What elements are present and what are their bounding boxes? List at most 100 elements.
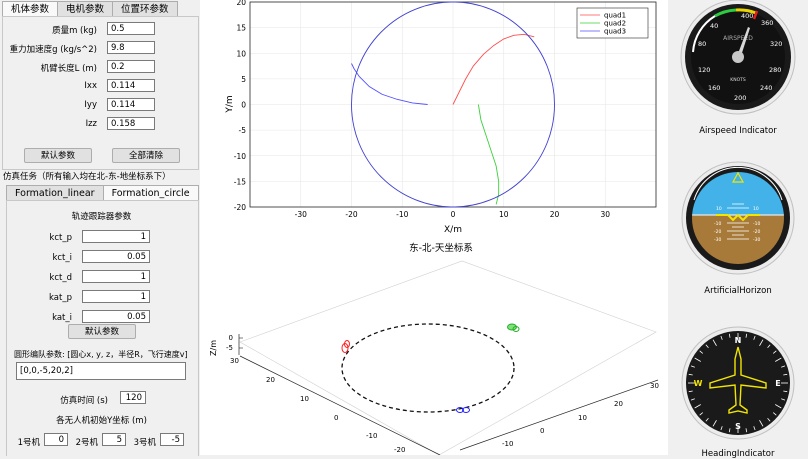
y-tick-label: 5 (241, 75, 246, 84)
airspeed-num: 240 (760, 84, 772, 92)
param-label: Ixx (84, 81, 97, 91)
series-line-quad3 (351, 63, 428, 105)
ctrl-label: kct_p (49, 233, 72, 243)
drone-2-y-field[interactable]: 5 (102, 433, 126, 446)
x-tick-label: -30 (295, 210, 307, 219)
y3d-tick-label: 20 (614, 400, 623, 408)
legend-box[interactable]: quad1 quad2 quad3 (576, 7, 649, 39)
param-label: 重力加速度g (kg/s^2) (9, 45, 97, 55)
heading-s: S (735, 422, 741, 431)
legend-label-quad1: quad1 (604, 12, 626, 20)
pitch-num: -20 (753, 229, 760, 235)
x3d-tick-label: -10 (366, 432, 377, 440)
param-label: 质量m (kg) (52, 26, 97, 36)
series-line-quad1 (452, 33, 535, 105)
y-tick-label: -10 (234, 152, 246, 161)
y3d-tick-label: 10 (578, 414, 587, 422)
circle-params-label: 圆形编队参数: [圆心x, y, z，半径R，飞行速度v] (14, 350, 188, 359)
drone-1-label: 1号机 (17, 438, 40, 448)
kct-d-field[interactable]: 1 (82, 270, 150, 283)
x3d-tick-label: 10 (300, 395, 309, 403)
drone-1-y-field[interactable]: 0 (44, 433, 68, 446)
clear-all-button[interactable]: 全部清除 (112, 148, 180, 163)
x-tick-label: 30 (600, 210, 610, 219)
izz-field[interactable]: 0.158 (107, 117, 155, 130)
kct-i-field[interactable]: 0.05 (82, 250, 150, 263)
pitch-num: 10 (716, 206, 722, 212)
airspeed-title: AIRSPEED (723, 35, 753, 42)
drone-2-label: 2号机 (75, 438, 98, 448)
mass-field[interactable]: 0.5 (107, 22, 155, 35)
pitch-num: -20 (714, 229, 721, 235)
y-tick-label: 20 (236, 0, 246, 7)
tracker-params-title: 轨迹跟踪器参数 (71, 212, 132, 222)
heading-label: HeadingIndicator (701, 449, 775, 459)
kat-p-field[interactable]: 1 (82, 290, 150, 303)
arm-length-field[interactable]: 0.2 (107, 60, 155, 73)
circle-params-field[interactable]: [0,0,-5,20,2] (16, 362, 186, 380)
ctrl-label: kat_p (49, 293, 72, 303)
param-label: 机臂长度L (m) (40, 64, 97, 74)
airspeed-num: 320 (770, 40, 782, 48)
y3d-tick-label: 30 (650, 382, 659, 390)
z-axis-label: Z/m (209, 340, 218, 356)
series-line-quad2 (477, 104, 500, 205)
drone-3-y-field[interactable]: -5 (160, 433, 184, 446)
floor-plane (239, 260, 657, 455)
tab-position-params[interactable]: 位置环参数 (112, 1, 178, 17)
trajectory-3d-plot[interactable]: 东-北-天坐标系 0 -5 Z/m 30 20 10 0 -10 -20 30 … (200, 238, 668, 455)
ctrl-label: kct_i (52, 253, 72, 263)
airspeed-indicator: 400 360 40 320 80 280 120 240 160 200 AI… (680, 0, 796, 115)
body-params-panel (2, 16, 199, 170)
y-axis-label: Y/m (225, 95, 235, 113)
param-label: Izz (85, 119, 97, 129)
airspeed-num: 200 (734, 94, 746, 102)
sim-task-title: 仿真任务（所有输入均在北-东-地坐标系下） (3, 172, 171, 182)
z-tick-label: -5 (226, 344, 233, 352)
airspeed-num: 160 (708, 84, 720, 92)
y-tick-label: -15 (234, 177, 246, 186)
airspeed-num: 360 (761, 19, 773, 27)
legend-label-quad2: quad2 (604, 20, 626, 28)
iyy-field[interactable]: 0.114 (107, 98, 155, 111)
ctrl-label: kat_i (52, 313, 72, 323)
drone-3-label: 3号机 (133, 438, 156, 448)
initial-y-title: 各无人机初始Y坐标 (m) (56, 416, 147, 426)
x3d-tick-label: -20 (394, 446, 405, 454)
kct-p-field[interactable]: 1 (82, 230, 150, 243)
gravity-field[interactable]: 9.8 (107, 41, 155, 54)
default-params-button[interactable]: 默认参数 (24, 148, 92, 163)
trajectory-2d-plot[interactable]: -30 -20 -10 0 10 20 3020151050-5-10-15-20 X/m … (200, 0, 668, 240)
airspeed-num: 120 (698, 66, 710, 74)
airspeed-num: 400 (741, 12, 753, 20)
y-tick-label: 0 (241, 101, 246, 110)
x-tick-label: -10 (396, 210, 408, 219)
pitch-num: -10 (753, 221, 760, 227)
legend-label-quad3: quad3 (604, 28, 626, 36)
ctrl-default-button[interactable]: 默认参数 (68, 324, 136, 339)
heading-w: W (694, 379, 703, 388)
y-tick-label: -5 (239, 126, 247, 135)
sim-time-field[interactable]: 120 (120, 391, 146, 404)
y-tick-label: 10 (236, 49, 246, 58)
x3d-tick-label: 0 (334, 414, 338, 422)
ixx-field[interactable]: 0.114 (107, 79, 155, 92)
airspeed-num: 40 (710, 22, 718, 30)
tab-formation-linear[interactable]: Formation_linear (6, 185, 104, 201)
x-axis-label: X/m (444, 225, 462, 235)
param-label: Iyy (84, 100, 97, 110)
plot3d-title: 东-北-天坐标系 (409, 242, 473, 254)
z-tick-label: 0 (229, 334, 233, 342)
y3d-tick-label: 0 (540, 427, 544, 435)
heading-n: N (735, 336, 742, 345)
needle-hub (732, 51, 744, 63)
kat-i-field[interactable]: 0.05 (82, 310, 150, 323)
artificial-horizon: 10 10 -10 -10 -20 -20 -30 -30 (681, 161, 795, 275)
ctrl-label: kct_d (49, 273, 72, 283)
tab-motor-params[interactable]: 电机参数 (57, 1, 114, 17)
x-tick-label: 0 (451, 210, 456, 219)
x-tick-label: -20 (345, 210, 357, 219)
y-tick-label: -20 (234, 203, 246, 212)
horizon-label: ArtificialHorizon (704, 286, 772, 296)
pitch-num: -30 (753, 237, 760, 243)
